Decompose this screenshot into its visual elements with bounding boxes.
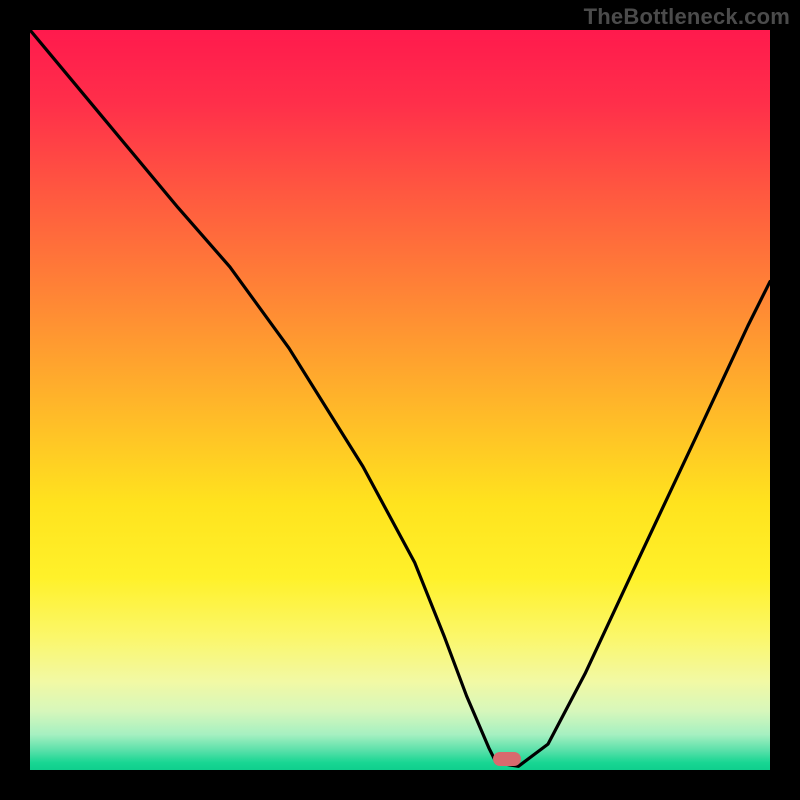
watermark-text: TheBottleneck.com: [584, 4, 790, 30]
bottleneck-curve: [30, 30, 770, 770]
plot-area: [30, 30, 770, 770]
optimal-point-marker: [493, 752, 521, 766]
chart-frame: TheBottleneck.com: [0, 0, 800, 800]
